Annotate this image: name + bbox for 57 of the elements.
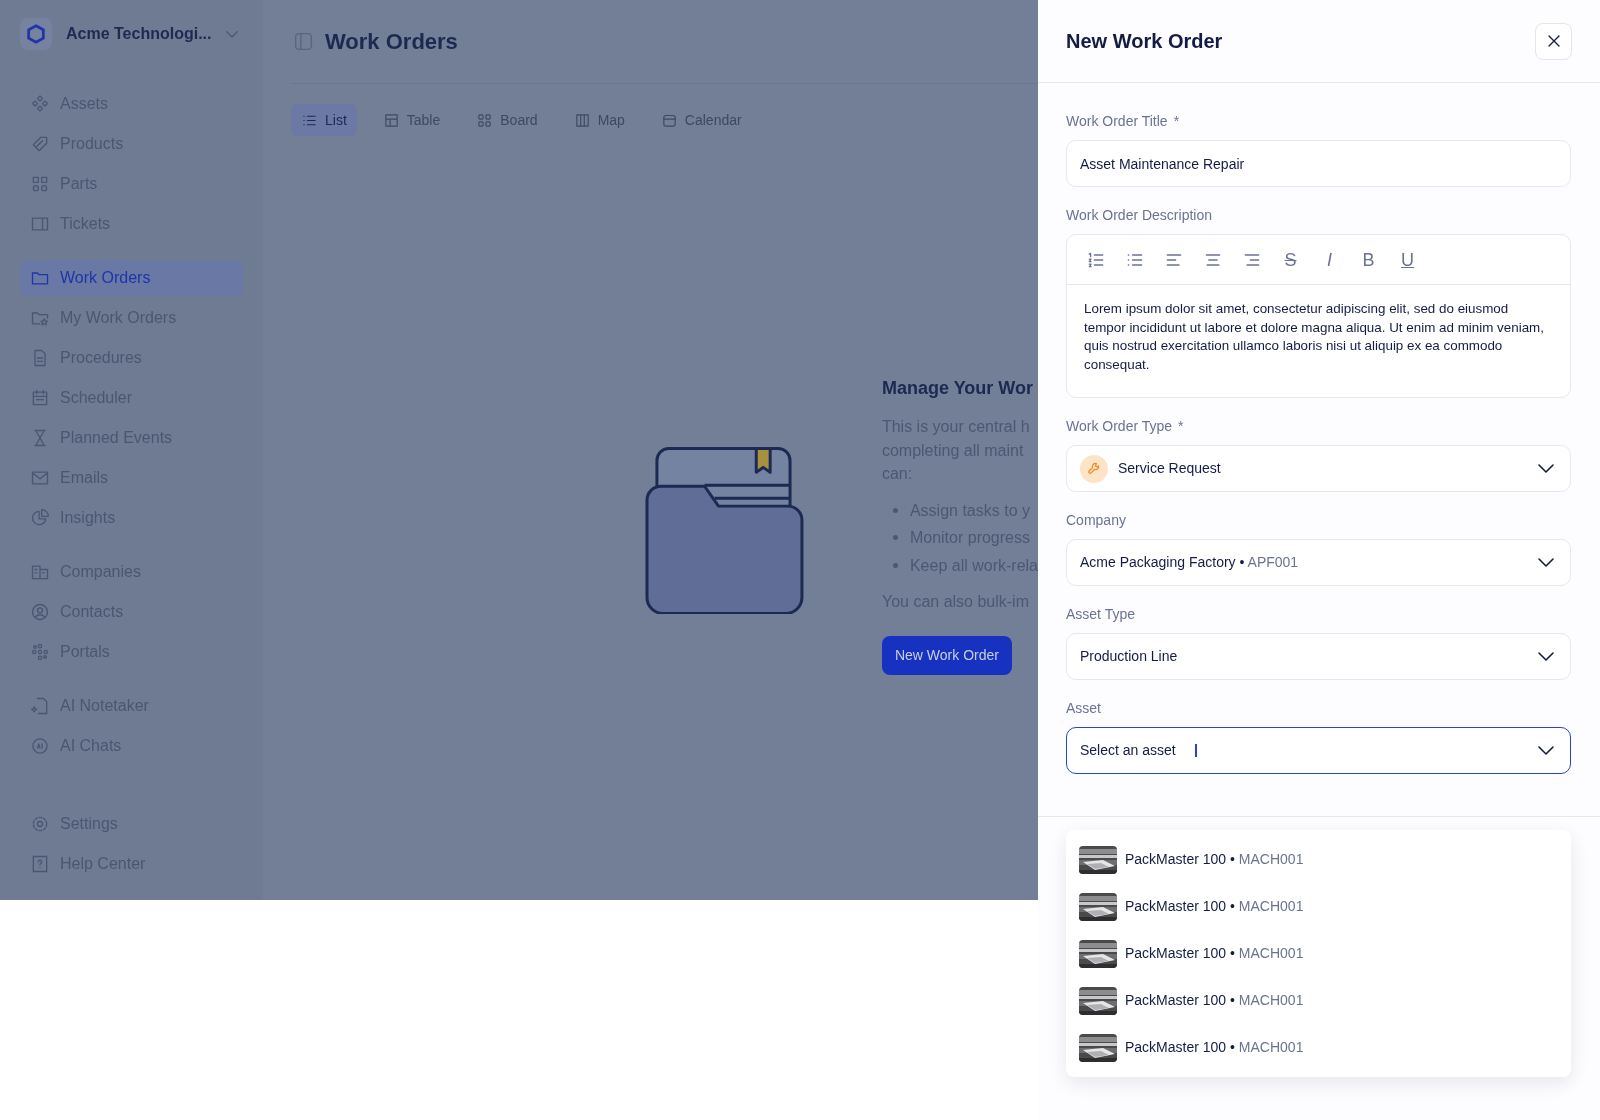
- asset-option[interactable]: PackMaster 100 • MACH001: [1066, 930, 1571, 977]
- view-tab[interactable]: List: [291, 104, 357, 136]
- new-work-order-button[interactable]: New Work Order: [881, 635, 1012, 675]
- company-name: Acme Technologi...: [66, 24, 212, 44]
- shapes-icon: [30, 174, 50, 194]
- chevron-down-icon: [1538, 652, 1554, 661]
- input-field[interactable]: Asset Maintenance Repair: [1066, 140, 1571, 187]
- field-label: Work Order Title: [1066, 112, 1168, 131]
- table-icon: [382, 111, 400, 129]
- select-field[interactable]: Production Line: [1066, 633, 1571, 680]
- asset-option[interactable]: PackMaster 100 • MACH001: [1066, 836, 1571, 883]
- required-mark: *: [1178, 417, 1184, 436]
- field-label: Work Order Description: [1066, 206, 1212, 225]
- asset-option[interactable]: PackMaster 100 • MACH001: [1066, 977, 1571, 1024]
- nodes-icon: [30, 642, 50, 662]
- panel-title: New Work Order: [1066, 29, 1223, 54]
- bold-button[interactable]: B: [1354, 245, 1383, 274]
- grid-icon: [476, 111, 494, 129]
- field-label: Company: [1066, 511, 1126, 530]
- close-button[interactable]: [1535, 22, 1572, 60]
- tag-icon: [30, 134, 50, 154]
- page-title: Work Orders: [325, 28, 458, 56]
- required-mark: *: [1173, 112, 1180, 131]
- sidebar-toggle-icon: [293, 31, 314, 52]
- hexagon-logo-icon: [25, 23, 47, 45]
- field-label: Asset: [1066, 699, 1101, 718]
- description-text[interactable]: Lorem ipsum dolor sit amet, consectetur adipiscing elit, sed do eiusmod tempor incididunt ut labore et dolore magna aliqua. Ut enim ad minim veniam, quis nostrud exercitation ullamco laboris nisi ut aliquip ex ea commodo consequat.: [1067, 285, 1570, 389]
- bullet-icon: [892, 507, 898, 513]
- document-sparkle-icon: [30, 696, 50, 716]
- select-field[interactable]: Select an asset: [1066, 727, 1571, 774]
- text-cursor: [1195, 744, 1197, 757]
- bullet-icon: [892, 535, 898, 541]
- chevron-down-icon: [1538, 558, 1554, 567]
- calendar-icon: [30, 388, 50, 408]
- field-label: Asset Type: [1066, 605, 1135, 624]
- underline-button[interactable]: U: [1393, 245, 1422, 274]
- bullet-icon: [892, 562, 898, 568]
- empty-state-heading: Manage Your Wor: [881, 377, 1033, 399]
- user-circle-icon: [30, 602, 50, 622]
- select-field[interactable]: Service Request: [1066, 445, 1571, 492]
- pie-chart-icon: [30, 508, 50, 528]
- wrench-icon: [1080, 454, 1108, 483]
- italic-button[interactable]: I: [1315, 245, 1344, 274]
- asset-option[interactable]: PackMaster 100 • MACH001: [1066, 1024, 1571, 1071]
- asset-option[interactable]: PackMaster 100 • MACH001: [1066, 883, 1571, 930]
- help-icon: [30, 854, 50, 874]
- diamonds-icon: [30, 94, 50, 114]
- chevron-down-icon: [1538, 746, 1554, 755]
- chevron-down-icon: [1538, 464, 1554, 473]
- columns-icon: [573, 111, 591, 129]
- chat-icon: [30, 736, 50, 756]
- asset-search-input[interactable]: Select an asset: [1080, 740, 1185, 761]
- select-field[interactable]: Acme Packaging Factory • APF001: [1066, 539, 1571, 586]
- sidebar-item[interactable]: Work Orders: [20, 260, 243, 296]
- field-label: Work Order Type: [1066, 417, 1173, 436]
- settings-icon: [30, 814, 50, 834]
- strikethrough-button[interactable]: S: [1276, 245, 1305, 274]
